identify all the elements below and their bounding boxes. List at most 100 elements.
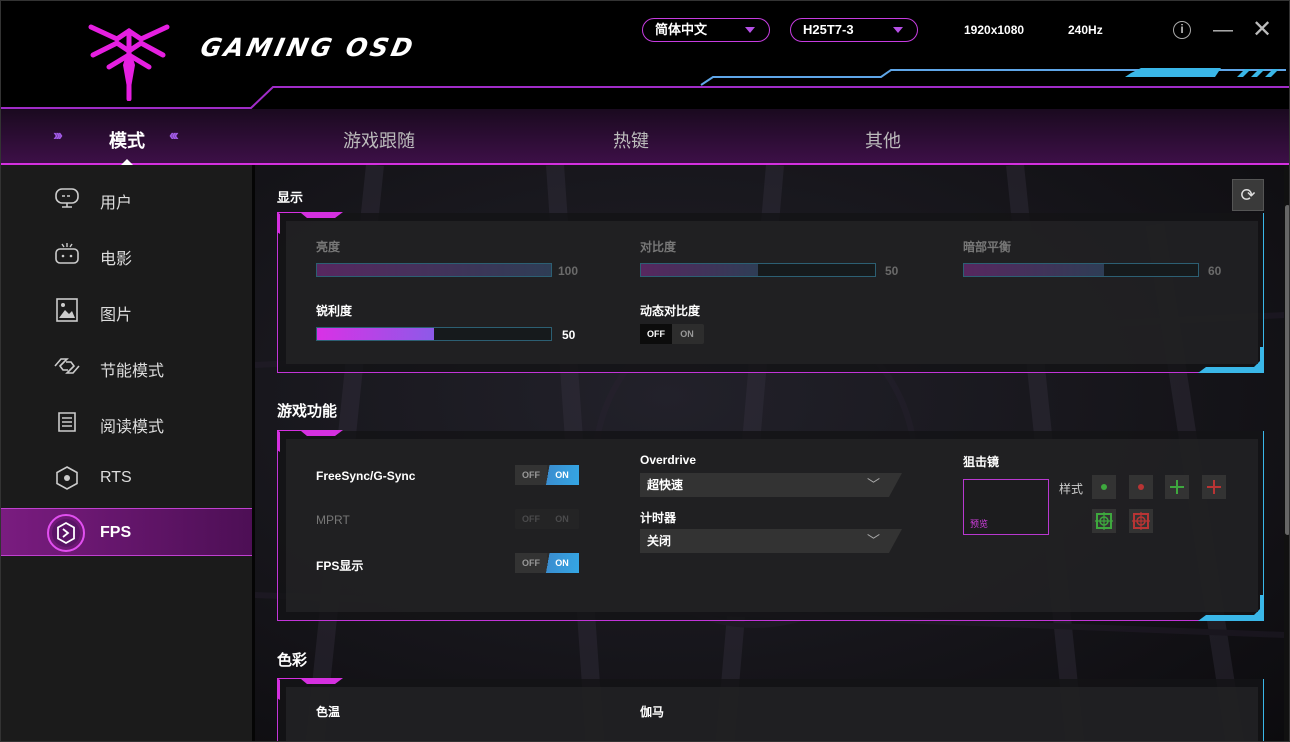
dynamic-contrast-label: 动态对比度 <box>640 304 701 318</box>
crosshair-style-red-cross[interactable] <box>1202 475 1226 499</box>
timer-value: 关闭 <box>647 534 672 548</box>
resolution-text: 1920x1080 <box>964 23 1025 37</box>
rts-icon <box>56 466 78 490</box>
sidebar-item-eco[interactable]: 节能模式 <box>1 342 252 390</box>
tab-mode[interactable]: 模式 <box>109 127 145 153</box>
refresh-rate-text: 240Hz <box>1068 23 1103 37</box>
crosshair-style-red-reticle[interactable] <box>1129 509 1153 533</box>
crosshair-preview: 预览 <box>963 479 1049 535</box>
dynamic-contrast-toggle[interactable]: OFF ON <box>640 324 704 344</box>
scrollbar[interactable] <box>1284 165 1289 741</box>
chevron-down-icon <box>745 27 755 33</box>
settings-panel: ⟳ 显示 亮度 100 对比度 50 暗部平衡 60 锐利度 50 动态对比度 … <box>255 165 1285 741</box>
gamma-label: 伽马 <box>640 705 665 719</box>
game-panel: FreeSync/G-Sync OFF ON MPRT OFF ON FPS显示… <box>277 430 1264 621</box>
toggle-off-label: OFF <box>640 324 672 344</box>
sidebar-item-label: 阅读模式 <box>100 419 165 436</box>
crosshair-preview-label: 预览 <box>970 519 989 529</box>
crosshair-style-label: 样式 <box>1059 482 1084 496</box>
sidebar-item-label: FPS <box>100 524 132 541</box>
contrast-slider <box>640 263 876 277</box>
osd-app-window: GAMING OSD 简体中文 H25T7-3 1920x1080 240Hz … <box>0 0 1290 742</box>
overdrive-select[interactable]: 超快速 ﹀ <box>640 473 902 497</box>
brightness-label: 亮度 <box>316 240 341 254</box>
scrollbar-thumb[interactable] <box>1285 205 1289 535</box>
dark-balance-value: 60 <box>1208 264 1222 278</box>
sidebar-item-reading[interactable]: 阅读模式 <box>1 398 252 446</box>
close-icon[interactable]: ✕ <box>1251 18 1273 42</box>
sharpness-value: 50 <box>562 328 576 342</box>
color-panel-inner <box>286 687 1258 741</box>
sidebar-item-user[interactable]: 用户 <box>1 174 252 222</box>
toggle-on-label: ON <box>680 329 694 339</box>
cinema-icon <box>55 243 79 264</box>
timer-label: 计时器 <box>640 511 677 525</box>
header-decoration <box>1 68 1289 109</box>
eco-icon <box>54 358 80 374</box>
brightness-slider <box>316 263 552 277</box>
brand-title: GAMING OSD <box>197 33 419 62</box>
color-section-title: 色彩 <box>277 652 308 669</box>
contrast-value: 50 <box>885 264 899 278</box>
crosshair-style-green-cross[interactable] <box>1165 475 1189 499</box>
tab-other[interactable]: 其他 <box>865 127 901 153</box>
chevron-left-icon: ‹‹‹ <box>169 127 179 144</box>
refresh-button[interactable]: ⟳ <box>1232 179 1264 211</box>
model-dropdown[interactable]: H25T7-3 <box>790 18 918 42</box>
toggle-off-label: OFF <box>515 465 547 485</box>
title-bar: GAMING OSD 简体中文 H25T7-3 1920x1080 240Hz … <box>1 1 1289 109</box>
fps-display-toggle[interactable]: OFF ON <box>515 553 579 573</box>
monitor-icon <box>55 188 79 208</box>
crosshair-style-red-dot[interactable] <box>1129 475 1153 499</box>
overdrive-value: 超快速 <box>647 478 684 492</box>
sharpness-label: 锐利度 <box>316 304 353 318</box>
reading-icon <box>58 412 76 432</box>
toggle-on-label: ON <box>555 514 569 524</box>
chevron-down-icon: ﹀ <box>866 477 880 492</box>
dark-balance-label: 暗部平衡 <box>963 240 1012 254</box>
fps-display-label: FPS显示 <box>316 559 364 573</box>
toggle-on-label: ON <box>545 465 579 485</box>
freesync-toggle[interactable]: OFF ON <box>515 465 579 485</box>
brightness-value: 100 <box>558 264 579 278</box>
sidebar-item-label: 节能模式 <box>100 363 165 380</box>
language-value: 简体中文 <box>655 22 708 37</box>
chevron-down-icon: ﹀ <box>866 533 880 548</box>
display-panel: 亮度 100 对比度 50 暗部平衡 60 锐利度 50 动态对比度 OFF O… <box>277 212 1264 373</box>
timer-select[interactable]: 关闭 ﹀ <box>640 529 902 553</box>
sidebar-item-rts[interactable]: RTS <box>1 454 252 502</box>
model-value: H25T7-3 <box>803 22 854 37</box>
refresh-icon: ⟳ <box>1240 185 1256 205</box>
slider-fill <box>317 264 551 276</box>
sidebar-item-label: 用户 <box>100 195 133 212</box>
tab-hotkeys[interactable]: 热键 <box>613 127 649 153</box>
minimize-icon[interactable]: — <box>1212 19 1234 41</box>
toggle-on-label: ON <box>545 553 579 573</box>
green-reticle-icon <box>1095 512 1113 530</box>
tab-game-follow[interactable]: 游戏跟随 <box>343 127 415 153</box>
sidebar-item-fps[interactable]: FPS <box>1 508 252 556</box>
sidebar-item-movie[interactable]: 电影 <box>1 230 252 278</box>
main-tabs: ››› 模式 ‹‹‹ 游戏跟随 热键 其他 <box>1 109 1289 166</box>
slider-fill <box>964 264 1105 276</box>
contrast-label: 对比度 <box>640 240 677 254</box>
slider-fill <box>317 328 434 340</box>
fps-icon <box>47 514 85 552</box>
sidebar-item-label: 电影 <box>100 251 133 268</box>
green-cross-icon <box>1170 480 1184 494</box>
display-section-title: 显示 <box>277 190 304 205</box>
language-dropdown[interactable]: 简体中文 <box>642 18 770 42</box>
overdrive-label: Overdrive <box>640 453 697 467</box>
sidebar-item-label: RTS <box>100 469 132 486</box>
crosshair-style-green-dot[interactable] <box>1092 475 1116 499</box>
red-reticle-icon <box>1132 512 1150 530</box>
sidebar-item-picture[interactable]: 图片 <box>1 286 252 334</box>
info-icon[interactable]: i <box>1173 21 1191 39</box>
sharpness-slider[interactable] <box>316 327 552 341</box>
mprt-label: MPRT <box>316 513 350 527</box>
crosshair-style-green-reticle[interactable] <box>1092 509 1116 533</box>
mprt-toggle: OFF ON <box>515 509 579 529</box>
chevron-down-icon <box>893 27 903 33</box>
chevron-right-icon: ››› <box>53 127 63 144</box>
slider-fill <box>641 264 758 276</box>
